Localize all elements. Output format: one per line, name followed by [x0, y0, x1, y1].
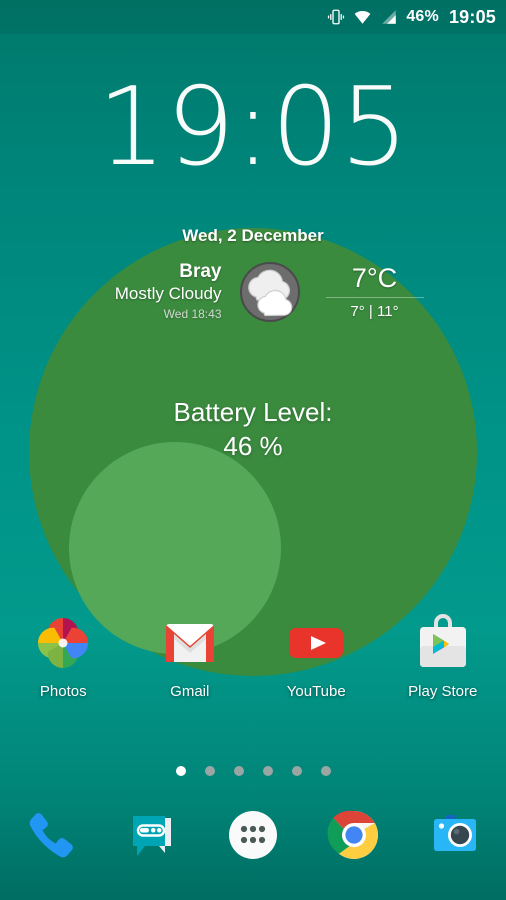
google-photos-icon [32, 612, 94, 674]
vibrate-icon [327, 8, 345, 26]
page-dot-2[interactable] [204, 766, 215, 776]
app-shortcut-play-store[interactable]: Play Store [380, 612, 506, 700]
battery-level-label: Battery Level: [173, 397, 333, 427]
dock-item-messenger[interactable] [101, 806, 202, 864]
android-home-screen: 46% 19:05 19:05 Wed, 2 December Bray Mos… [0, 0, 506, 900]
messages-icon [123, 806, 181, 864]
battery-level-widget[interactable]: Battery Level: 46 % [0, 396, 506, 464]
cell-signal-icon [380, 8, 398, 26]
dock-item-all-apps[interactable] [202, 806, 303, 864]
cloudy-icon [234, 256, 306, 328]
phone-icon [22, 806, 80, 864]
weather-condition: Mostly Cloudy [114, 284, 222, 304]
weather-widget[interactable]: Wed, 2 December Bray Mostly Cloudy Wed 1… [0, 226, 506, 328]
weather-row: Bray Mostly Cloudy Wed 18:43 7°C 7° | 11… [0, 256, 506, 328]
status-battery-percent: 46% [406, 8, 439, 25]
weather-city: Bray [179, 261, 222, 283]
status-bar[interactable]: 46% 19:05 [0, 0, 506, 34]
play-store-icon [412, 612, 474, 674]
app-shortcut-photos[interactable]: Photos [0, 612, 127, 700]
page-dot-1[interactable] [175, 766, 186, 776]
app-label-photos: Photos [39, 683, 87, 700]
weather-divider [325, 297, 424, 299]
weather-date: Wed, 2 December [182, 226, 324, 245]
weather-temperature: 7°C [351, 262, 398, 293]
app-label-youtube: YouTube [286, 683, 346, 700]
battery-level-value: 46 % [223, 430, 283, 461]
wifi-icon [353, 8, 372, 26]
page-dot-6[interactable] [320, 766, 331, 776]
page-dot-5[interactable] [291, 766, 302, 776]
gmail-icon [159, 612, 221, 674]
weather-location-block: Bray Mostly Cloudy Wed 18:43 [77, 261, 234, 322]
page-indicator[interactable] [0, 766, 506, 776]
app-label-play-store: Play Store [408, 683, 478, 700]
weather-temperature-block: 7°C 7° | 11° [306, 262, 430, 321]
clock-widget[interactable]: 19:05 [0, 74, 506, 182]
status-clock: 19:05 [448, 7, 496, 27]
app-shortcut-youtube[interactable]: YouTube [253, 612, 380, 700]
weather-temperature-range: 7° | 11° [350, 303, 399, 321]
chrome-icon [325, 806, 383, 864]
clock-widget-time: 19:05 [97, 65, 409, 190]
dock [0, 806, 506, 864]
dock-item-phone[interactable] [0, 806, 101, 864]
dock-item-chrome[interactable] [304, 806, 405, 864]
weather-updated-time: Wed 18:43 [163, 306, 222, 321]
app-drawer-icon [224, 806, 282, 864]
app-row: Photos Gmail YouTube Play Store [0, 612, 506, 700]
page-dot-3[interactable] [233, 766, 244, 776]
app-shortcut-gmail[interactable]: Gmail [127, 612, 254, 700]
camera-icon [426, 806, 484, 864]
youtube-icon [285, 612, 347, 674]
dock-item-camera[interactable] [405, 806, 506, 864]
page-dot-4[interactable] [262, 766, 273, 776]
app-label-gmail: Gmail [170, 683, 210, 700]
